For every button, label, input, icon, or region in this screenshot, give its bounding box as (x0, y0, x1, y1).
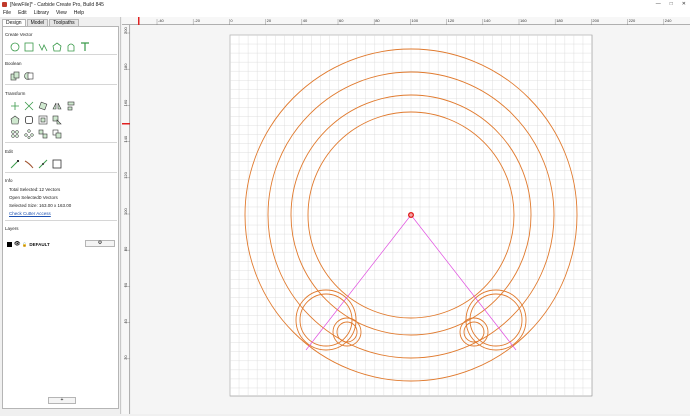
menu-view[interactable]: View (56, 10, 67, 16)
edit-tools (9, 158, 62, 169)
ruler-left-label: 80 (123, 246, 128, 251)
ruler-top-label: 140 (484, 18, 491, 23)
scale-icon[interactable] (23, 100, 34, 111)
mirror-icon[interactable] (51, 100, 62, 111)
ruler-left-label: 20 (123, 355, 128, 360)
ruler-top: -40 -20 0 20 40 60 80 100 120 140 160 180 200 220 240 (122, 17, 690, 25)
ruler-top-label: 80 (375, 18, 380, 23)
tab-toolpaths[interactable]: Toolpaths (49, 19, 79, 26)
polyline-icon[interactable] (37, 41, 48, 52)
rectangle-icon[interactable] (23, 41, 34, 52)
ruler-left: 200 180 160 140 120 100 80 60 40 20 (122, 25, 130, 414)
divider (5, 172, 117, 173)
eye-icon[interactable]: 👁 (14, 241, 20, 247)
ruler-left-label: 60 (123, 282, 128, 287)
transform-tools-row3 (9, 128, 62, 139)
text-icon[interactable] (79, 41, 90, 52)
layer-color-swatch[interactable] (7, 241, 12, 247)
title-bar: [NewFile]* - Carbide Create Pro, Build 8… (0, 0, 690, 9)
design-panel: Create Vector Boolean Transform Edit Inf… (2, 26, 119, 409)
menu-help[interactable]: Help (74, 10, 84, 16)
ruler-top-label: 200 (592, 18, 599, 23)
trim-icon[interactable] (23, 158, 34, 169)
circle-icon[interactable] (9, 41, 20, 52)
canvas-drawing[interactable] (131, 25, 690, 414)
ruler-top-label: 220 (629, 18, 636, 23)
design-canvas[interactable] (131, 25, 690, 414)
ruler-top-label: 60 (339, 18, 344, 23)
fillet-icon[interactable] (23, 114, 34, 125)
add-layer-button[interactable]: + (48, 397, 76, 404)
ruler-cursor-marker (122, 123, 130, 125)
boolean-subtract-icon[interactable] (23, 70, 34, 81)
ruler-left-ticks: 20018016014012010080604020 (122, 27, 130, 360)
node-edit-icon[interactable] (9, 158, 20, 169)
create-vector-tools (9, 41, 90, 52)
ruler-top-label: 240 (665, 18, 672, 23)
section-edit: Edit (5, 149, 13, 154)
layer-name: DEFAULT (29, 241, 50, 247)
ruler-top-label: -20 (194, 18, 201, 23)
ruler-top-label: 40 (303, 18, 308, 23)
section-layers: Layers (5, 226, 19, 231)
ruler-top-label: 100 (411, 18, 418, 23)
section-create-vector: Create Vector (5, 32, 33, 37)
info-total-selected: Total Selected: 12 Vectors (9, 187, 61, 192)
ruler-top-label: 120 (448, 18, 455, 23)
ruler-top-ticks: -40 -20 0 20 40 60 80 100 120 140 160 180 200 220 240 (138, 17, 672, 25)
duplicate-icon[interactable] (51, 128, 62, 139)
layer-settings-button[interactable]: ⚙ (85, 240, 115, 247)
ruler-top-label: 180 (556, 18, 563, 23)
ruler-cursor-marker (138, 17, 140, 25)
menu-bar: File Edit Library View Help (0, 9, 690, 17)
left-panel: Design Model Toolpaths Create Vector Boo… (0, 17, 121, 414)
divider (5, 84, 117, 85)
offset-icon[interactable] (9, 114, 20, 125)
inset-icon[interactable] (37, 114, 48, 125)
section-transform: Transform (5, 91, 26, 96)
menu-file[interactable]: File (3, 10, 11, 16)
lock-icon[interactable]: 🔓 (22, 242, 27, 247)
menu-library[interactable]: Library (34, 10, 49, 16)
ruler-left-label: 40 (123, 318, 128, 323)
maximize-button[interactable]: □ (670, 1, 673, 7)
circular-array-icon[interactable] (23, 128, 34, 139)
origin-marker[interactable] (408, 212, 414, 218)
minimize-button[interactable]: — (656, 1, 661, 7)
rotate-icon[interactable] (37, 100, 48, 111)
transform-tools-row2 (9, 114, 62, 125)
ruler-top-label: 0 (230, 18, 233, 23)
boolean-union-icon[interactable] (9, 70, 20, 81)
section-info: Info (5, 178, 13, 183)
tab-design[interactable]: Design (2, 19, 26, 26)
check-cutter-access-link[interactable]: Check Cutter Access (9, 211, 51, 216)
transform-tools-row1 (9, 100, 76, 111)
bounding-box-icon[interactable] (51, 158, 62, 169)
array-icon[interactable] (9, 128, 20, 139)
window-title: [NewFile]* - Carbide Create Pro, Build 8… (10, 1, 104, 8)
join-icon[interactable] (37, 128, 48, 139)
ruler-top-label: 20 (267, 18, 272, 23)
smooth-icon[interactable] (37, 158, 48, 169)
curve-icon[interactable] (65, 41, 76, 52)
tab-model[interactable]: Model (26, 19, 49, 26)
divider (5, 220, 117, 221)
info-open-selected: Open Selected: 0 Vectors (9, 195, 58, 200)
close-button[interactable]: ✕ (682, 1, 686, 7)
align-icon[interactable] (65, 100, 76, 111)
divider (5, 142, 117, 143)
ruler-top-label: -40 (158, 18, 165, 23)
app-icon (2, 2, 7, 7)
divider (5, 54, 117, 55)
boolean-tools (9, 70, 34, 81)
menu-edit[interactable]: Edit (18, 10, 27, 16)
ruler-top-label: 160 (520, 18, 527, 23)
move-icon[interactable] (9, 100, 20, 111)
group-icon[interactable] (51, 114, 62, 125)
section-boolean: Boolean (5, 61, 22, 66)
info-selected-size: Selected Size: 163.00 x 163.00 (9, 203, 72, 208)
polygon-icon[interactable] (51, 41, 62, 52)
